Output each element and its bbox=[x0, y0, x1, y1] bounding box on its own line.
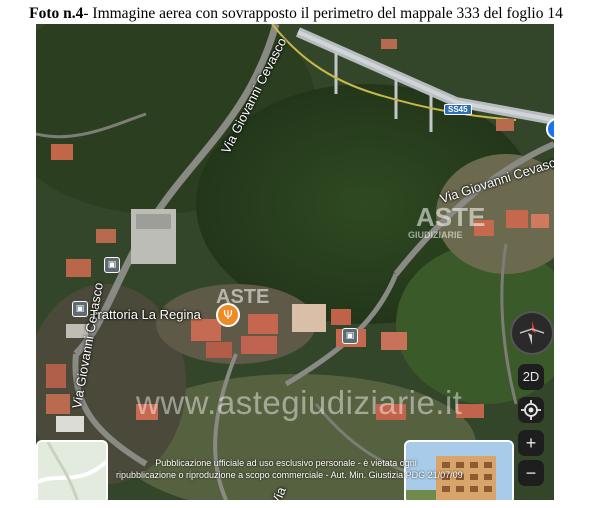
highway-shield: SS45 bbox=[444, 104, 472, 115]
compass-icon[interactable] bbox=[510, 311, 554, 355]
caption-text: - Immagine aerea con sovrapposto il peri… bbox=[83, 5, 563, 22]
my-location-button[interactable] bbox=[518, 397, 544, 423]
watermark-logo: ASTE bbox=[216, 286, 270, 308]
bus-stop-icon[interactable]: ▣ bbox=[72, 301, 88, 317]
zoom-in-button[interactable]: + bbox=[518, 430, 544, 456]
zoom-out-button[interactable]: − bbox=[518, 460, 544, 486]
photo-caption: Foto n.4- Immagine aerea con sovrapposto… bbox=[0, 5, 592, 23]
watermark-logo-sub: GIUDIZIARIE bbox=[408, 230, 463, 240]
legal-notice-line2: ripubblicazione o riproduzione a scopo c… bbox=[116, 470, 463, 480]
view-mode-button[interactable]: 2D bbox=[518, 364, 544, 390]
bus-stop-icon[interactable]: ▣ bbox=[342, 328, 358, 344]
watermark-url: www.astegiudiziarie.it bbox=[136, 384, 463, 421]
aerial-map[interactable]: SS45 Via Giovanni Cevasco Via Giovanni C… bbox=[36, 24, 554, 500]
bus-stop-icon[interactable]: ▣ bbox=[104, 257, 120, 273]
caption-label: Foto n.4 bbox=[29, 5, 84, 22]
minimap-thumbnail[interactable] bbox=[36, 440, 108, 500]
crosshair-icon bbox=[521, 400, 541, 420]
watermark-logo: ASTE bbox=[416, 202, 486, 232]
legal-notice-line1: Pubblicazione ufficiale ad uso esclusivo… bbox=[155, 458, 417, 468]
poi-label[interactable]: Trattoria La Regina bbox=[90, 307, 201, 322]
